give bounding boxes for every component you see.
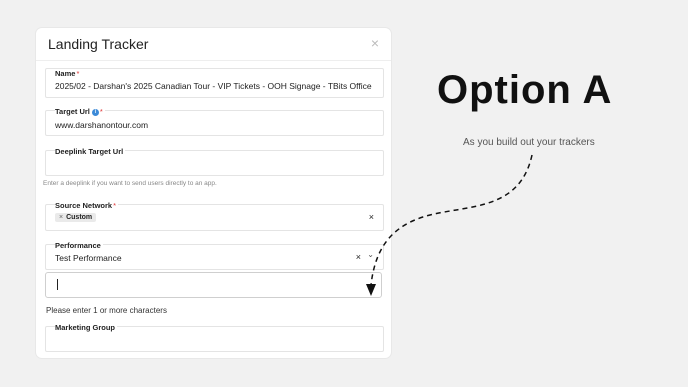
dashed-arrow: [366, 154, 533, 296]
arrow-head: [366, 284, 376, 296]
